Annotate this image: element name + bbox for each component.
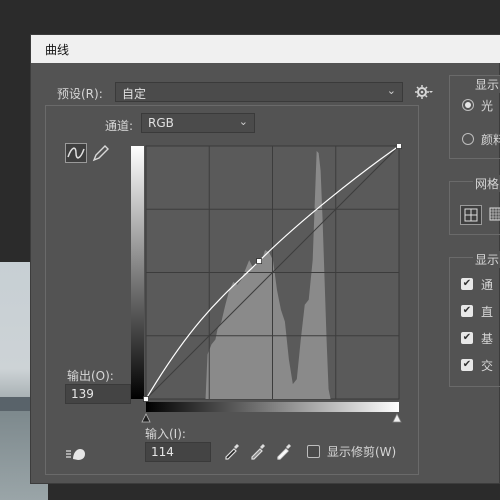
dialog-title: 曲线 [45,43,70,57]
chevron-down-icon: ⌄ [386,84,396,97]
black-point-slider[interactable] [141,413,151,423]
show-baseline-label: 基 [481,332,494,346]
gray-eyedropper-icon[interactable] [249,442,267,463]
preset-label: 预设(R): [57,87,103,101]
display-group-title: 显示 [473,76,500,93]
curve-point[interactable] [256,258,263,264]
show-clipping-checkbox[interactable] [307,445,320,458]
channel-label: 通道: [105,119,134,133]
grid-small-icon[interactable] [460,205,482,225]
chevron-down-icon: ⌄ [238,115,248,128]
input-value: 114 [151,445,174,459]
hand-adjust-icon[interactable] [65,445,87,466]
pigment-radio-label: 颜料 [481,133,500,147]
black-eyedropper-icon[interactable] [223,442,241,463]
white-point-slider[interactable] [392,413,402,423]
channel-select[interactable]: RGB ⌄ [141,113,255,133]
curve-plot[interactable] [131,144,403,426]
preset-select[interactable]: 自定 ⌄ [115,82,403,102]
grid-group-title: 网格 [473,175,500,192]
show-histogram-checkbox[interactable]: ✔ [461,305,473,317]
input-gradient-bar [146,402,399,412]
show-histogram-label: 直 [481,305,494,319]
pigment-radio[interactable] [462,133,474,145]
show-baseline-checkbox[interactable]: ✔ [461,332,473,344]
output-field[interactable]: 139 [65,384,131,404]
preset-value: 自定 [122,87,147,101]
show-channel-checkbox[interactable]: ✔ [461,278,473,290]
gear-icon[interactable] [415,84,433,103]
show-group-title: 显示 [473,251,500,268]
curve-point[interactable] [396,144,402,149]
show-intersection-checkbox[interactable]: ✔ [461,359,473,371]
show-intersection-label: 交 [481,359,494,373]
light-radio-label: 光 [481,99,494,113]
output-value: 139 [71,387,94,401]
white-eyedropper-icon[interactable] [275,442,293,463]
light-radio[interactable] [462,99,474,111]
output-gradient-bar [131,146,144,399]
grid-large-icon[interactable] [487,205,500,226]
show-channel-label: 通 [481,278,494,292]
channel-value: RGB [148,116,174,130]
input-label: 输入(I): [145,427,186,441]
curve-point[interactable] [143,396,149,402]
curve-icon[interactable] [65,143,87,163]
show-clipping-label: 显示修剪(W) [327,445,397,459]
dialog-titlebar[interactable]: 曲线 [31,35,500,63]
curves-dialog: 曲线 预设(R): 自定 ⌄ 通道: RGB ⌄ 输出(O): 139 输入(I… [30,34,500,484]
output-label: 输出(O): [67,369,114,383]
input-field[interactable]: 114 [145,442,211,462]
pencil-icon[interactable] [91,143,109,166]
